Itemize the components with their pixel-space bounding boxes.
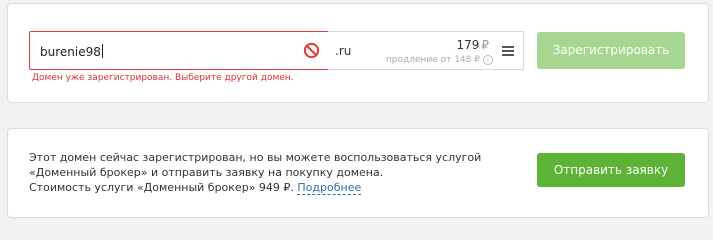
- renewal-text: продление от 148 ₽: [385, 55, 480, 65]
- info-icon[interactable]: i: [483, 55, 493, 65]
- renewal-price: продление от 148 ₽ i: [386, 55, 493, 65]
- notice-line-2: «Доменный брокер» и отправить заявку на …: [29, 166, 384, 179]
- price: 179 ₽: [456, 38, 489, 52]
- zone-selector[interactable]: .ru 179 ₽ продление от 148 ₽ i: [328, 31, 524, 70]
- error-message: Домен уже зарегистрирован. Выберите друг…: [32, 73, 294, 83]
- domain-search-panel: burenie98 .ru 179 ₽ продление от 148 ₽ i Д…: [7, 3, 709, 103]
- text-caret: [101, 44, 103, 58]
- price-value: 179: [456, 38, 480, 52]
- no-entry-icon[interactable]: [303, 42, 320, 59]
- broker-notice-text: Этот домен сейчас зарегистрирован, но вы…: [29, 150, 529, 195]
- zone-label: .ru: [335, 44, 352, 58]
- service-cost-text: Стоимость услуги «Доменный брокер» 949 ₽…: [29, 181, 294, 194]
- register-button[interactable]: Зарегистрировать: [537, 32, 685, 69]
- more-info-link[interactable]: Подробнее: [297, 181, 362, 195]
- notice-line-3: Стоимость услуги «Доменный брокер» 949 ₽…: [29, 180, 529, 195]
- hamburger-menu-icon[interactable]: [502, 46, 514, 56]
- broker-notice-panel: Этот домен сейчас зарегистрирован, но вы…: [7, 128, 709, 218]
- domain-input-value: burenie98: [40, 45, 101, 59]
- currency-symbol: ₽: [481, 38, 489, 52]
- notice-line-1: Этот домен сейчас зарегистрирован, но вы…: [29, 151, 482, 164]
- send-request-button[interactable]: Отправить заявку: [537, 153, 685, 187]
- domain-name-input[interactable]: burenie98: [29, 31, 329, 70]
